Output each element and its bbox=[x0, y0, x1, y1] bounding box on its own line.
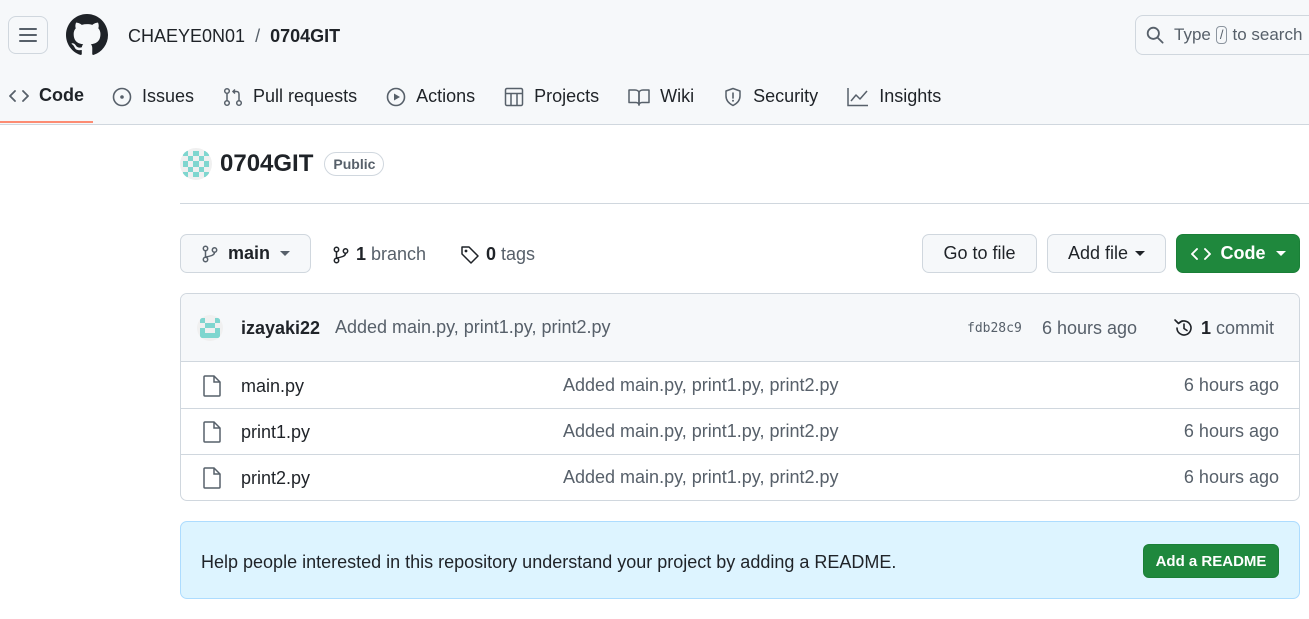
branches-link[interactable]: 1 branch bbox=[332, 244, 426, 265]
tab-label: Wiki bbox=[660, 86, 695, 106]
tab-label: Pull requests bbox=[253, 86, 358, 106]
tab-label: Security bbox=[753, 86, 819, 106]
add-file-button[interactable]: Add file bbox=[1047, 234, 1166, 273]
branch-count: 1 bbox=[356, 244, 367, 264]
tab-projects[interactable]: Projects bbox=[495, 70, 608, 123]
file-icon bbox=[203, 375, 221, 397]
menu-button[interactable] bbox=[8, 16, 48, 54]
readme-banner-text: Help people interested in this repositor… bbox=[201, 552, 897, 572]
commit-message[interactable]: Added main.py, print1.py, print2.py bbox=[335, 317, 610, 338]
readme-banner: Help people interested in this repositor… bbox=[180, 521, 1300, 599]
search-placeholder-prefix: Type bbox=[1174, 25, 1211, 44]
graph-icon bbox=[847, 87, 869, 106]
tab-security[interactable]: Security bbox=[714, 70, 827, 123]
file-commit-message[interactable]: Added main.py, print1.py, print2.py bbox=[563, 375, 838, 396]
tab-code[interactable]: Code bbox=[0, 70, 93, 123]
avatar[interactable] bbox=[180, 148, 212, 180]
branch-icon bbox=[202, 245, 218, 262]
tab-insights[interactable]: Insights bbox=[838, 70, 950, 123]
code-icon bbox=[1190, 247, 1211, 260]
go-to-file-button[interactable]: Go to file bbox=[922, 234, 1037, 273]
tab-label: Projects bbox=[534, 86, 600, 106]
commit-count-label: commit bbox=[1216, 317, 1275, 338]
code-icon bbox=[9, 89, 29, 102]
tag-icon bbox=[461, 245, 479, 264]
shield-icon bbox=[725, 87, 741, 106]
commit-author[interactable]: izayaki22 bbox=[241, 318, 320, 339]
tab-issues[interactable]: Issues bbox=[103, 70, 203, 123]
repo-header: CHAEYE0N01 / 0704GIT Type / to search Co… bbox=[0, 0, 1309, 125]
file-browser: izayaki22 Added main.py, print1.py, prin… bbox=[180, 293, 1300, 501]
github-logo-icon[interactable] bbox=[66, 14, 108, 56]
repo-name[interactable]: 0704GIT bbox=[220, 150, 313, 178]
identicon-icon bbox=[180, 148, 212, 180]
tags-link[interactable]: 0 tags bbox=[460, 244, 535, 265]
add-readme-button[interactable]: Add a README bbox=[1143, 544, 1279, 578]
file-commit-time: 6 hours ago bbox=[1183, 375, 1279, 395]
code-button[interactable]: Code bbox=[1176, 234, 1300, 273]
branch-name: main bbox=[227, 243, 270, 263]
file-commit-time: 6 hours ago bbox=[1183, 421, 1279, 441]
tab-label: Insights bbox=[879, 86, 942, 106]
title-divider bbox=[180, 203, 1309, 204]
tag-count: 0 bbox=[486, 244, 497, 264]
repo-nav: Code Issues Pull requests Actions Projec… bbox=[0, 70, 961, 125]
code-button-label: Code bbox=[1220, 243, 1266, 263]
commit-hash[interactable]: fdb28c9 bbox=[967, 321, 1022, 336]
breadcrumb-separator: / bbox=[255, 26, 261, 46]
tab-label: Actions bbox=[416, 86, 476, 106]
branch-count-label: branch bbox=[371, 244, 427, 264]
file-icon bbox=[203, 421, 221, 443]
file-name[interactable]: print2.py bbox=[241, 468, 310, 489]
add-file-label: Add file bbox=[1067, 243, 1129, 263]
chevron-down-icon bbox=[1275, 251, 1286, 256]
file-row[interactable]: main.py Added main.py, print1.py, print2… bbox=[181, 363, 1299, 409]
tab-pull-requests[interactable]: Pull requests bbox=[214, 70, 366, 123]
tab-wiki[interactable]: Wiki bbox=[619, 70, 703, 123]
search-input[interactable]: Type / to search bbox=[1135, 15, 1309, 55]
breadcrumb: CHAEYE0N01 / 0704GIT bbox=[128, 26, 340, 47]
book-icon bbox=[628, 88, 650, 106]
avatar[interactable] bbox=[197, 315, 223, 341]
tag-count-label: tags bbox=[501, 244, 536, 264]
tab-actions[interactable]: Actions bbox=[377, 70, 484, 123]
branch-icon bbox=[333, 246, 349, 263]
commit-count: 1 bbox=[1201, 317, 1212, 338]
file-name[interactable]: main.py bbox=[241, 376, 304, 397]
visibility-badge: Public bbox=[324, 152, 385, 176]
identicon-icon bbox=[197, 315, 223, 341]
branch-select-button[interactable]: main bbox=[180, 234, 311, 273]
owner-link[interactable]: CHAEYE0N01 bbox=[128, 26, 245, 47]
file-commit-time: 6 hours ago bbox=[1183, 467, 1279, 487]
issue-icon bbox=[112, 87, 132, 106]
file-name[interactable]: print1.py bbox=[241, 422, 310, 443]
file-row[interactable]: print1.py Added main.py, print1.py, prin… bbox=[181, 409, 1299, 455]
file-commit-message[interactable]: Added main.py, print1.py, print2.py bbox=[563, 467, 838, 488]
chevron-down-icon bbox=[1135, 251, 1146, 256]
history-icon bbox=[1174, 319, 1192, 336]
commit-time: 6 hours ago bbox=[1042, 318, 1138, 338]
hamburger-icon bbox=[19, 28, 37, 42]
table-icon bbox=[504, 87, 524, 106]
search-placeholder-suffix: to search bbox=[1232, 25, 1303, 44]
latest-commit-bar: izayaki22 Added main.py, print1.py, prin… bbox=[181, 294, 1299, 362]
commit-history-link[interactable]: 1 commit bbox=[1173, 317, 1274, 339]
repo-title: 0704GIT Public bbox=[180, 148, 385, 180]
play-icon bbox=[386, 87, 406, 106]
file-commit-message[interactable]: Added main.py, print1.py, print2.py bbox=[563, 421, 838, 442]
file-row[interactable]: print2.py Added main.py, print1.py, prin… bbox=[181, 455, 1299, 500]
search-shortcut-key: / bbox=[1215, 26, 1228, 44]
repo-link[interactable]: 0704GIT bbox=[270, 26, 340, 47]
file-icon bbox=[203, 467, 221, 489]
pull-request-icon bbox=[223, 87, 243, 106]
tab-label: Issues bbox=[142, 86, 195, 106]
chevron-down-icon bbox=[280, 251, 290, 256]
search-icon bbox=[1146, 26, 1164, 44]
tab-label: Code bbox=[39, 85, 84, 105]
